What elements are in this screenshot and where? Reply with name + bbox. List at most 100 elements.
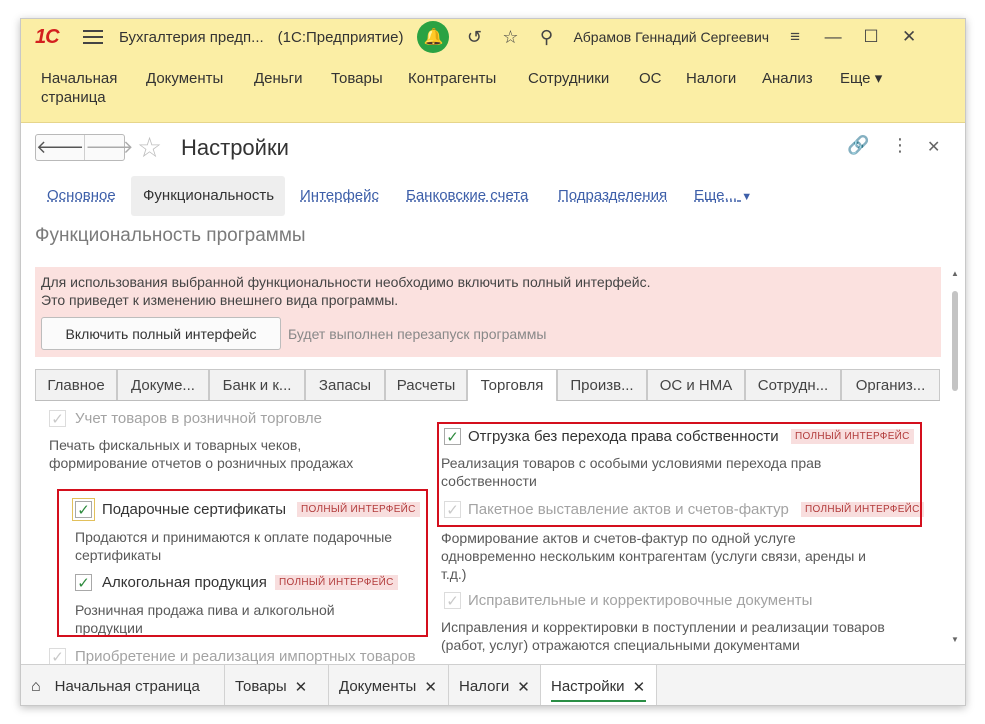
batch-acts-description-line-2: одновременно нескольким контрагентам (ус…: [441, 548, 866, 564]
chevron-down-icon: ▼: [741, 191, 753, 203]
inner-tab-production[interactable]: Произв...: [557, 369, 647, 400]
menu-item-more[interactable]: Еще ▾: [840, 69, 882, 88]
menu-item-taxes[interactable]: Налоги: [686, 69, 736, 88]
task-goods-label: Товары: [235, 678, 287, 695]
menu-item-goods[interactable]: Товары: [331, 69, 383, 88]
task-documents[interactable]: Документы ✕: [329, 665, 449, 705]
back-arrow-icon[interactable]: 🡐: [36, 135, 84, 160]
sections-menu: Начальная страница Документы Деньги Това…: [21, 55, 965, 123]
import-goods-label: Приобретение и реализация импортных това…: [75, 648, 416, 664]
tab-more[interactable]: Еще... ▼: [694, 187, 752, 204]
task-taxes[interactable]: Налоги ✕: [449, 665, 541, 705]
inner-tab-bank-cash[interactable]: Банк и к...: [209, 369, 305, 400]
close-form-icon[interactable]: ✕: [927, 137, 940, 157]
tab-functionality[interactable]: Функциональность: [143, 187, 274, 204]
task-documents-label: Документы: [339, 678, 417, 695]
warning-panel: Для использования выбранной функциональн…: [35, 267, 941, 357]
task-settings-label: Настройки: [551, 678, 625, 695]
task-home[interactable]: ⌂ Начальная страница: [21, 665, 225, 705]
task-taxes-label: Налоги: [459, 678, 510, 695]
settings-menu-icon[interactable]: ≡: [783, 27, 807, 47]
history-icon[interactable]: ↺: [463, 27, 485, 48]
functionality-tabs: Главное Докуме... Банк и к... Запасы Рас…: [35, 369, 940, 401]
menu-item-employees[interactable]: Сотрудники: [528, 69, 609, 88]
menu-item-fixed-assets[interactable]: ОС: [639, 69, 662, 88]
inner-tab-employees[interactable]: Сотрудн...: [745, 369, 841, 400]
minimize-icon[interactable]: —: [821, 27, 845, 47]
notification-bell-icon[interactable]: 🔔: [417, 21, 450, 53]
task-settings[interactable]: Настройки ✕: [541, 665, 657, 705]
app-window: 1С Бухгалтерия предп... (1С:Предприятие)…: [20, 18, 966, 706]
forward-arrow-icon[interactable]: 🡒: [84, 135, 134, 160]
corrective-docs-label: Исправительные и корректировочные докуме…: [468, 592, 813, 609]
scroll-up-icon[interactable]: ▲: [950, 269, 960, 278]
trade-settings-content: ✓ Учет товаров в розничной торговле Печа…: [35, 402, 940, 664]
active-tab-indicator: [551, 700, 646, 702]
home-icon: ⌂: [31, 677, 41, 695]
import-goods-checkbox[interactable]: ✓: [49, 648, 66, 664]
tab-departments[interactable]: Подразделения: [558, 187, 667, 204]
search-icon[interactable]: ⚲: [535, 27, 557, 48]
menu-item-money[interactable]: Деньги: [254, 69, 302, 88]
tab-bank-accounts[interactable]: Банковские счета: [406, 187, 528, 204]
scroll-thumb[interactable]: [952, 291, 958, 391]
task-home-label: Начальная страница: [54, 678, 200, 695]
app-logo: 1С: [35, 25, 60, 48]
inner-tab-fixed-assets[interactable]: ОС и НМА: [647, 369, 745, 400]
inner-tab-documents[interactable]: Докуме...: [117, 369, 209, 400]
task-goods[interactable]: Товары ✕: [225, 665, 329, 705]
menu-item-home[interactable]: Начальная страница: [41, 69, 131, 107]
retail-label: Учет товаров в розничной торговле: [75, 410, 323, 427]
inner-tab-main[interactable]: Главное: [35, 369, 117, 400]
close-window-icon[interactable]: ✕: [897, 27, 921, 47]
close-tab-icon[interactable]: ✕: [424, 678, 437, 696]
enable-full-interface-button[interactable]: Включить полный интерфейс: [41, 317, 281, 350]
inner-tab-organizations[interactable]: Организ...: [841, 369, 940, 400]
warning-line-1: Для использования выбранной функциональн…: [41, 274, 651, 290]
menu-item-counterparties[interactable]: Контрагенты: [408, 69, 496, 88]
section-title: Функциональность программы: [35, 225, 306, 246]
close-tab-icon[interactable]: ✕: [295, 678, 308, 696]
link-icon[interactable]: 🔗: [847, 135, 869, 156]
tab-main[interactable]: Основное: [47, 187, 116, 204]
user-name[interactable]: Абрамов Геннадий Сергеевич: [573, 29, 769, 45]
main-menu-icon[interactable]: [83, 30, 103, 44]
open-windows-bar: ⌂ Начальная страница Товары ✕ Документы …: [21, 664, 965, 705]
retail-description-line-2: формирование отчетов о розничных продажа…: [49, 455, 354, 471]
vertical-scrollbar[interactable]: ▲ ▼: [950, 269, 960, 644]
scroll-down-icon[interactable]: ▼: [950, 635, 960, 644]
inner-tab-settlements[interactable]: Расчеты: [385, 369, 467, 400]
warning-line-2: Это приведет к изменению внешнего вида п…: [41, 292, 399, 308]
retail-checkbox[interactable]: ✓: [49, 410, 66, 428]
favorites-star-icon[interactable]: ☆: [499, 27, 521, 48]
platform-title: (1С:Предприятие): [277, 28, 404, 46]
corrective-docs-checkbox[interactable]: ✓: [444, 592, 461, 610]
menu-item-analysis[interactable]: Анализ: [762, 69, 813, 88]
batch-acts-description-line-1: Формирование актов и счетов-фактур по од…: [441, 530, 796, 546]
corrective-docs-description: Исправления и корректировки в поступлени…: [441, 618, 885, 654]
close-tab-icon[interactable]: ✕: [633, 678, 646, 696]
app-title: Бухгалтерия предп...: [119, 28, 264, 46]
warning-text: Для использования выбранной функциональн…: [41, 273, 651, 309]
highlight-frame-right: [437, 422, 922, 527]
title-bar: 1С Бухгалтерия предп... (1С:Предприятие)…: [21, 19, 965, 55]
tab-more-label: Еще...: [694, 187, 738, 204]
tab-interface[interactable]: Интерфейс: [300, 187, 379, 204]
more-actions-icon[interactable]: ⋮: [891, 135, 909, 156]
page-title: Настройки: [181, 135, 289, 160]
corrective-docs-description-line-2: (работ, услуг) отражаются специальными д…: [441, 637, 800, 653]
inner-tab-trade[interactable]: Торговля: [467, 369, 557, 401]
restart-note: Будет выполнен перезапуск программы: [288, 326, 547, 342]
retail-description-line-1: Печать фискальных и товарных чеков,: [49, 437, 302, 453]
maximize-icon[interactable]: ☐: [859, 27, 883, 47]
favorite-star-icon[interactable]: ☆: [137, 131, 162, 164]
inner-tab-inventory[interactable]: Запасы: [305, 369, 385, 400]
close-tab-icon[interactable]: ✕: [517, 678, 530, 696]
corrective-docs-description-line-1: Исправления и корректировки в поступлени…: [441, 619, 885, 635]
menu-item-documents[interactable]: Документы: [146, 69, 223, 88]
retail-description: Печать фискальных и товарных чеков, форм…: [49, 436, 353, 472]
highlight-frame-left: [57, 489, 428, 637]
batch-acts-description: Формирование актов и счетов-фактур по од…: [441, 529, 866, 583]
navigation-buttons: 🡐 🡒: [35, 134, 134, 161]
batch-acts-description-line-3: т.д.): [441, 566, 467, 582]
